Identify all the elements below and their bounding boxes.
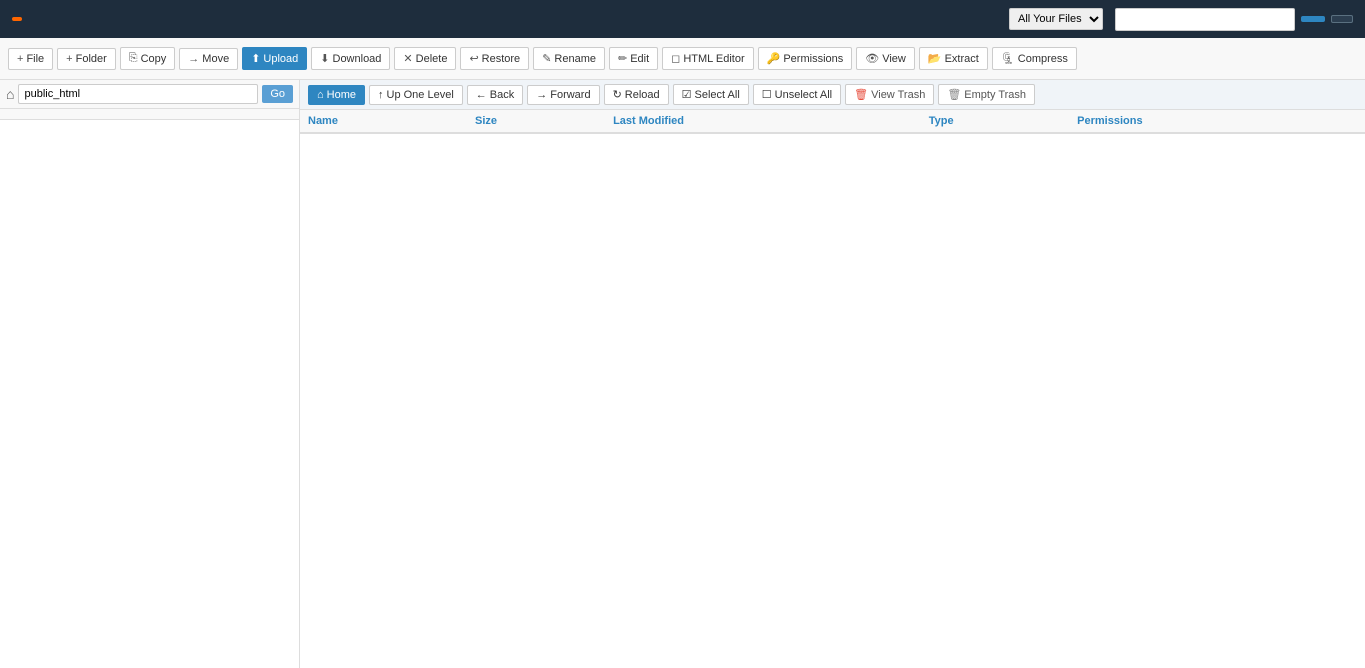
up-one-level-button[interactable]: ↑Up One Level <box>369 85 463 105</box>
empty-trash-button[interactable]: 🗑Empty Trash <box>938 84 1035 105</box>
cpanel-icon <box>12 17 22 21</box>
top-header: All Your Files <box>0 0 1365 38</box>
new-file-button[interactable]: +File <box>8 48 53 70</box>
view-trash-button[interactable]: 🗑View Trash <box>845 84 934 105</box>
path-go-button[interactable]: Go <box>262 85 293 103</box>
compress-button[interactable]: 🗜Compress <box>992 47 1077 70</box>
search-scope-select[interactable]: All Your Files <box>1009 8 1103 30</box>
search-input[interactable] <box>1115 8 1295 31</box>
rename-icon: ✎ <box>542 52 551 65</box>
col-type[interactable]: Type <box>921 110 1069 133</box>
file-panel: ⌂Home↑Up One Level←Back→Forward↻Reload☑S… <box>300 80 1365 668</box>
reload-icon: ↻ <box>613 88 622 101</box>
file-nav: ⌂Home↑Up One Level←Back→Forward↻Reload☑S… <box>300 80 1365 110</box>
col-permissions[interactable]: Permissions <box>1069 110 1365 133</box>
forward-icon: → <box>536 89 547 101</box>
edit-button[interactable]: ✏Edit <box>609 47 658 70</box>
extract-icon: 📂 <box>928 52 942 65</box>
new-folder-button[interactable]: +Folder <box>57 48 116 70</box>
restore-icon: ↩ <box>469 52 478 65</box>
toolbar: +File+Folder⎘Copy→Move⬆Upload⬇Download✕D… <box>0 38 1365 80</box>
main-layout: ⌂ Go ⌂Home↑Up One Level←Back→Forward↻Rel… <box>0 80 1365 668</box>
compress-icon: 🗜 <box>1001 52 1015 65</box>
move-button[interactable]: →Move <box>179 48 238 70</box>
html-editor-icon: ◻ <box>671 52 680 65</box>
search-area: All Your Files <box>1003 8 1353 31</box>
extract-button[interactable]: 📂Extract <box>919 47 988 70</box>
copy-button[interactable]: ⎘Copy <box>120 47 176 70</box>
home-button[interactable]: ⌂Home <box>308 85 365 105</box>
empty-trash-icon: 🗑 <box>947 88 961 101</box>
permissions-icon: 🔑 <box>767 52 781 65</box>
view-trash-icon: 🗑 <box>854 88 868 101</box>
collapse-all-button[interactable] <box>0 109 299 120</box>
restore-button[interactable]: ↩Restore <box>460 47 529 70</box>
up-one-level-icon: ↑ <box>378 89 384 101</box>
file-tree <box>0 120 299 668</box>
home-icon: ⌂ <box>317 89 324 101</box>
move-icon: → <box>188 53 199 65</box>
upload-icon: ⬆ <box>251 52 260 65</box>
back-icon: ← <box>476 89 487 101</box>
delete-button[interactable]: ✕Delete <box>394 47 456 70</box>
app-container: All Your Files +File+Folder⎘Copy→Move⬆Up… <box>0 0 1365 668</box>
edit-icon: ✏ <box>618 52 627 65</box>
new-file-icon: + <box>17 53 23 65</box>
view-button[interactable]: 👁View <box>856 47 915 70</box>
new-folder-icon: + <box>66 53 72 65</box>
file-table: NameSizeLast ModifiedTypePermissions <box>300 110 1365 134</box>
download-icon: ⬇ <box>320 52 329 65</box>
rename-button[interactable]: ✎Rename <box>533 47 605 70</box>
col-size[interactable]: Size <box>467 110 605 133</box>
logo <box>12 17 30 21</box>
file-table-wrapper: NameSizeLast ModifiedTypePermissions <box>300 110 1365 668</box>
html-editor-button[interactable]: ◻HTML Editor <box>662 47 753 70</box>
reload-button[interactable]: ↻Reload <box>604 84 669 105</box>
unselect-all-button[interactable]: ☐Unselect All <box>753 84 841 105</box>
permissions-button[interactable]: 🔑Permissions <box>758 47 853 70</box>
sidebar: ⌂ Go <box>0 80 300 668</box>
back-button[interactable]: ←Back <box>467 85 523 105</box>
view-icon: 👁 <box>865 52 879 65</box>
file-table-header: NameSizeLast ModifiedTypePermissions <box>300 110 1365 133</box>
select-all-icon: ☑ <box>682 88 692 101</box>
search-go-button[interactable] <box>1301 16 1325 22</box>
sidebar-path: ⌂ Go <box>0 80 299 109</box>
settings-button[interactable] <box>1331 15 1353 23</box>
upload-button[interactable]: ⬆Upload <box>242 47 307 70</box>
copy-icon: ⎘ <box>129 52 138 65</box>
download-button[interactable]: ⬇Download <box>311 47 390 70</box>
home-icon: ⌂ <box>6 86 14 102</box>
forward-button[interactable]: →Forward <box>527 85 599 105</box>
delete-icon: ✕ <box>403 52 412 65</box>
path-input[interactable] <box>18 84 258 104</box>
col-name[interactable]: Name <box>300 110 467 133</box>
unselect-all-icon: ☐ <box>762 88 772 101</box>
col-last-modified[interactable]: Last Modified <box>605 110 921 133</box>
select-all-button[interactable]: ☑Select All <box>673 84 749 105</box>
